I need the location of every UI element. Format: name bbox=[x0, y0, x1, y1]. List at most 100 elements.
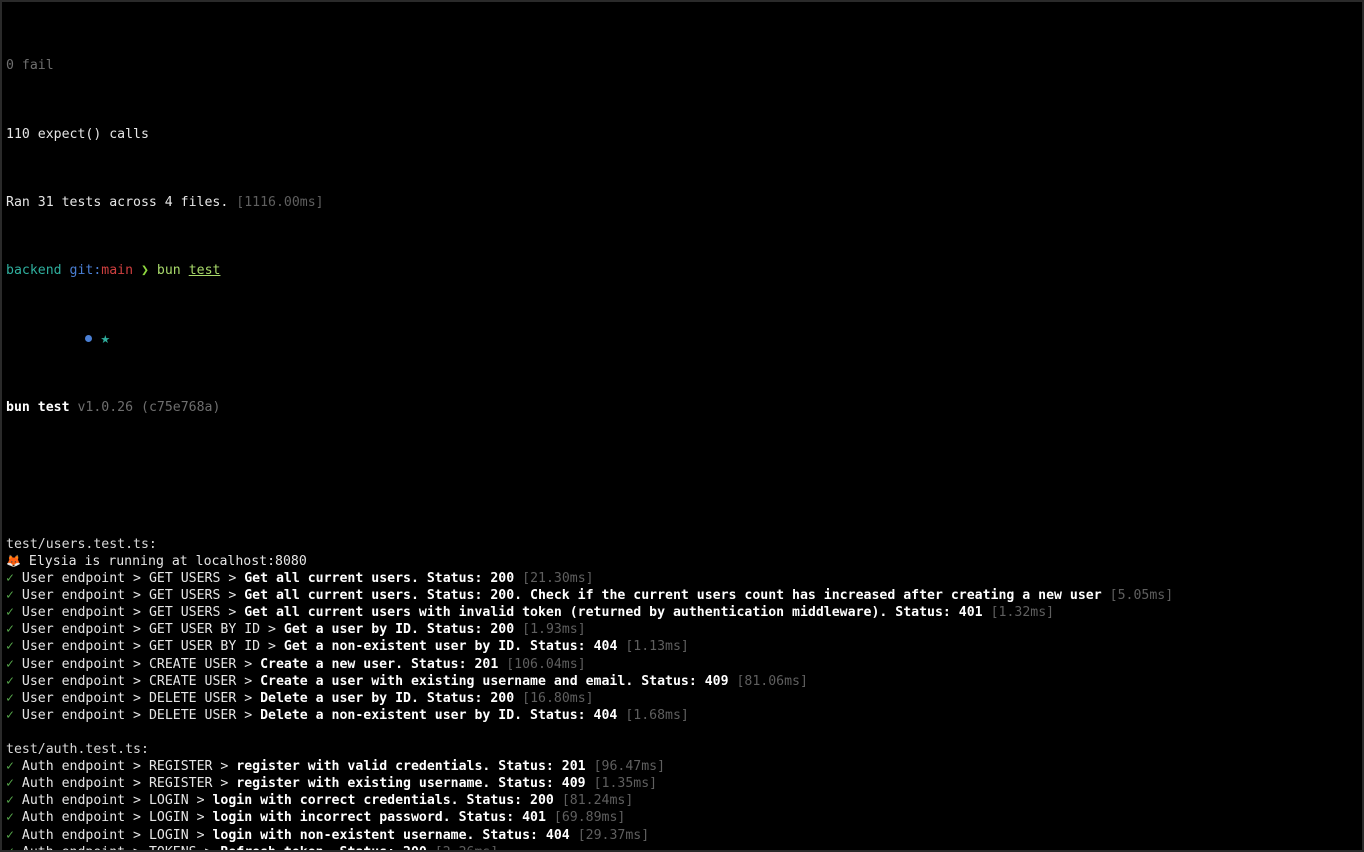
test-duration: [69.89ms] bbox=[553, 810, 626, 826]
test-description: register with valid credentials. Status:… bbox=[236, 759, 586, 775]
test-description: Create a new user. Status: 201 bbox=[260, 656, 499, 672]
test-path: Auth endpoint > REGISTER > bbox=[21, 759, 237, 775]
pass-check-icon: ✓ bbox=[6, 690, 14, 706]
ran-tests-time: [1116.00ms] bbox=[236, 195, 324, 211]
summary-fail-line: 0 fail bbox=[6, 57, 1362, 74]
test-path: User endpoint > DELETE USER > bbox=[21, 707, 261, 723]
test-duration: [21.30ms] bbox=[522, 571, 594, 587]
test-result-line: ✓ User endpoint > DELETE USER > Delete a… bbox=[6, 707, 1362, 724]
ran-tests-text: Ran 31 tests across 4 files. bbox=[6, 195, 229, 211]
pass-check-icon: ✓ bbox=[6, 639, 14, 655]
test-description: Get all current users. Status: 200. Chec… bbox=[244, 588, 1102, 604]
test-description: Get all current users with invalid token… bbox=[244, 605, 983, 621]
notice-text: Elysia is running at localhost:8080 bbox=[28, 554, 307, 569]
test-path: User endpoint > CREATE USER > bbox=[21, 673, 261, 689]
test-description: Get all current users. Status: 200 bbox=[244, 571, 515, 587]
test-description: login with incorrect password. Status: 4… bbox=[212, 810, 546, 826]
test-duration: [16.80ms] bbox=[522, 690, 594, 706]
test-duration: [96.47ms] bbox=[593, 759, 666, 775]
test-result-line: ✓ User endpoint > DELETE USER > Delete a… bbox=[6, 690, 1362, 707]
prompt-arrow-icon: ❯ bbox=[141, 263, 149, 279]
pass-check-icon: ✓ bbox=[6, 673, 14, 689]
terminal-window[interactable]: 0 fail 110 expect() calls Ran 31 tests a… bbox=[0, 0, 1364, 852]
test-duration: [81.24ms] bbox=[561, 793, 634, 809]
pass-check-icon: ✓ bbox=[6, 588, 14, 604]
prompt-git-branch: main bbox=[101, 263, 134, 279]
test-duration: [5.05ms] bbox=[1109, 588, 1174, 604]
test-result-line: ✓ User endpoint > CREATE USER > Create a… bbox=[6, 673, 1362, 690]
test-path: User endpoint > DELETE USER > bbox=[21, 690, 261, 706]
bun-version: v1.0.26 bbox=[77, 400, 134, 416]
test-result-line: ✓ User endpoint > GET USERS > Get all cu… bbox=[6, 570, 1362, 587]
test-duration: [1.93ms] bbox=[522, 622, 586, 638]
bun-test-name: bun test bbox=[6, 400, 70, 416]
test-path: User endpoint > CREATE USER > bbox=[21, 656, 261, 672]
shell-prompt-line[interactable]: backend git:main ❯ bun test bbox=[6, 262, 1362, 279]
test-duration: [81.06ms] bbox=[736, 673, 808, 689]
pass-check-icon: ✓ bbox=[6, 793, 14, 809]
test-result-line: ✓ User endpoint > GET USERS > Get all cu… bbox=[6, 604, 1362, 621]
prompt-decoration-line: ★ bbox=[6, 331, 1362, 348]
test-duration: [1.35ms] bbox=[593, 776, 658, 792]
test-duration: [2.26ms] bbox=[435, 845, 499, 850]
test-duration: [1.68ms] bbox=[625, 707, 689, 723]
prompt-git-label: git: bbox=[69, 263, 102, 279]
test-result-line: ✓ Auth endpoint > LOGIN > login with non… bbox=[6, 827, 1362, 844]
bun-banner-line: bun test v1.0.26 (c75e768a) bbox=[6, 399, 1362, 416]
test-path: Auth endpoint > LOGIN > bbox=[21, 810, 213, 826]
test-description: login with correct credentials. Status: … bbox=[212, 793, 554, 809]
test-duration: [1.32ms] bbox=[990, 605, 1055, 621]
teal-star-icon: ★ bbox=[100, 332, 111, 346]
test-description: register with existing username. Status:… bbox=[236, 776, 586, 792]
test-result-line: ✓ User endpoint > GET USERS > Get all cu… bbox=[6, 587, 1362, 604]
test-path: Auth endpoint > TOKENS > bbox=[22, 845, 221, 850]
prompt-directory: backend bbox=[6, 263, 62, 279]
test-description: Delete a user by ID. Status: 200 bbox=[260, 690, 515, 706]
suite-file-name: test/users.test.ts: bbox=[6, 536, 157, 552]
fox-emoji: 🦊 bbox=[6, 554, 21, 568]
test-duration: [29.37ms] bbox=[577, 827, 650, 843]
pass-check-icon: ✓ bbox=[6, 759, 14, 775]
test-result-line: ✓ User endpoint > GET USER BY ID > Get a… bbox=[6, 621, 1362, 638]
test-path: Auth endpoint > LOGIN > bbox=[21, 793, 213, 809]
test-result-line: ✓ User endpoint > GET USER BY ID > Get a… bbox=[6, 638, 1362, 655]
test-description: Create a user with existing username and… bbox=[260, 673, 729, 689]
pass-check-icon: ✓ bbox=[6, 605, 14, 621]
pass-check-icon: ✓ bbox=[6, 622, 14, 638]
test-description: Get a non-existent user by ID. Status: 4… bbox=[283, 639, 618, 655]
bun-commit-hash: (c75e768a) bbox=[141, 400, 221, 416]
pass-check-icon: ✓ bbox=[6, 810, 14, 826]
pass-check-icon: ✓ bbox=[6, 845, 14, 850]
expect-calls: 110 expect() calls bbox=[6, 126, 149, 142]
pass-check-icon: ✓ bbox=[6, 707, 14, 723]
test-path: User endpoint > GET USER BY ID > bbox=[21, 622, 284, 638]
test-description: login with non-existent username. Status… bbox=[212, 827, 570, 843]
test-result-line: ✓ Auth endpoint > REGISTER > register wi… bbox=[6, 758, 1362, 775]
prompt-runner: bun bbox=[156, 263, 181, 279]
test-path: Auth endpoint > LOGIN > bbox=[21, 827, 213, 843]
summary-ran-line: Ran 31 tests across 4 files. [1116.00ms] bbox=[6, 194, 1362, 211]
test-result-line: ✓ Auth endpoint > LOGIN > login with inc… bbox=[6, 809, 1362, 826]
test-description: Get a user by ID. Status: 200 bbox=[283, 622, 515, 638]
pass-check-icon: ✓ bbox=[6, 827, 14, 843]
test-result-line: ✓ Auth endpoint > REGISTER > register wi… bbox=[6, 775, 1362, 792]
test-result-line: ✓ Auth endpoint > LOGIN > login with cor… bbox=[6, 792, 1362, 809]
test-path: User endpoint > GET USERS > bbox=[21, 605, 245, 621]
test-suites-container: test/users.test.ts: 🦊 Elysia is running a… bbox=[6, 536, 1362, 850]
test-path: Auth endpoint > REGISTER > bbox=[21, 776, 237, 792]
test-path: User endpoint > GET USER BY ID > bbox=[21, 639, 284, 655]
test-duration: [106.04ms] bbox=[506, 656, 586, 672]
fail-count: 0 fail bbox=[6, 58, 54, 74]
pass-check-icon: ✓ bbox=[6, 776, 14, 792]
test-result-line: ✓ User endpoint > CREATE USER > Create a… bbox=[6, 656, 1362, 673]
suite-notice: 🦊 Elysia is running at localhost:8080 bbox=[6, 553, 1362, 570]
test-description: Delete a non-existent user by ID. Status… bbox=[260, 707, 618, 723]
test-result-line: ✓ Auth endpoint > TOKENS > Refresh token… bbox=[6, 844, 1362, 850]
suite-file-name: test/auth.test.ts: bbox=[6, 742, 149, 758]
prompt-command: test bbox=[188, 263, 221, 279]
test-path: User endpoint > GET USERS > bbox=[21, 571, 245, 587]
summary-expect-line: 110 expect() calls bbox=[6, 126, 1362, 143]
test-description: Refresh token. Status: 200 bbox=[220, 845, 426, 850]
